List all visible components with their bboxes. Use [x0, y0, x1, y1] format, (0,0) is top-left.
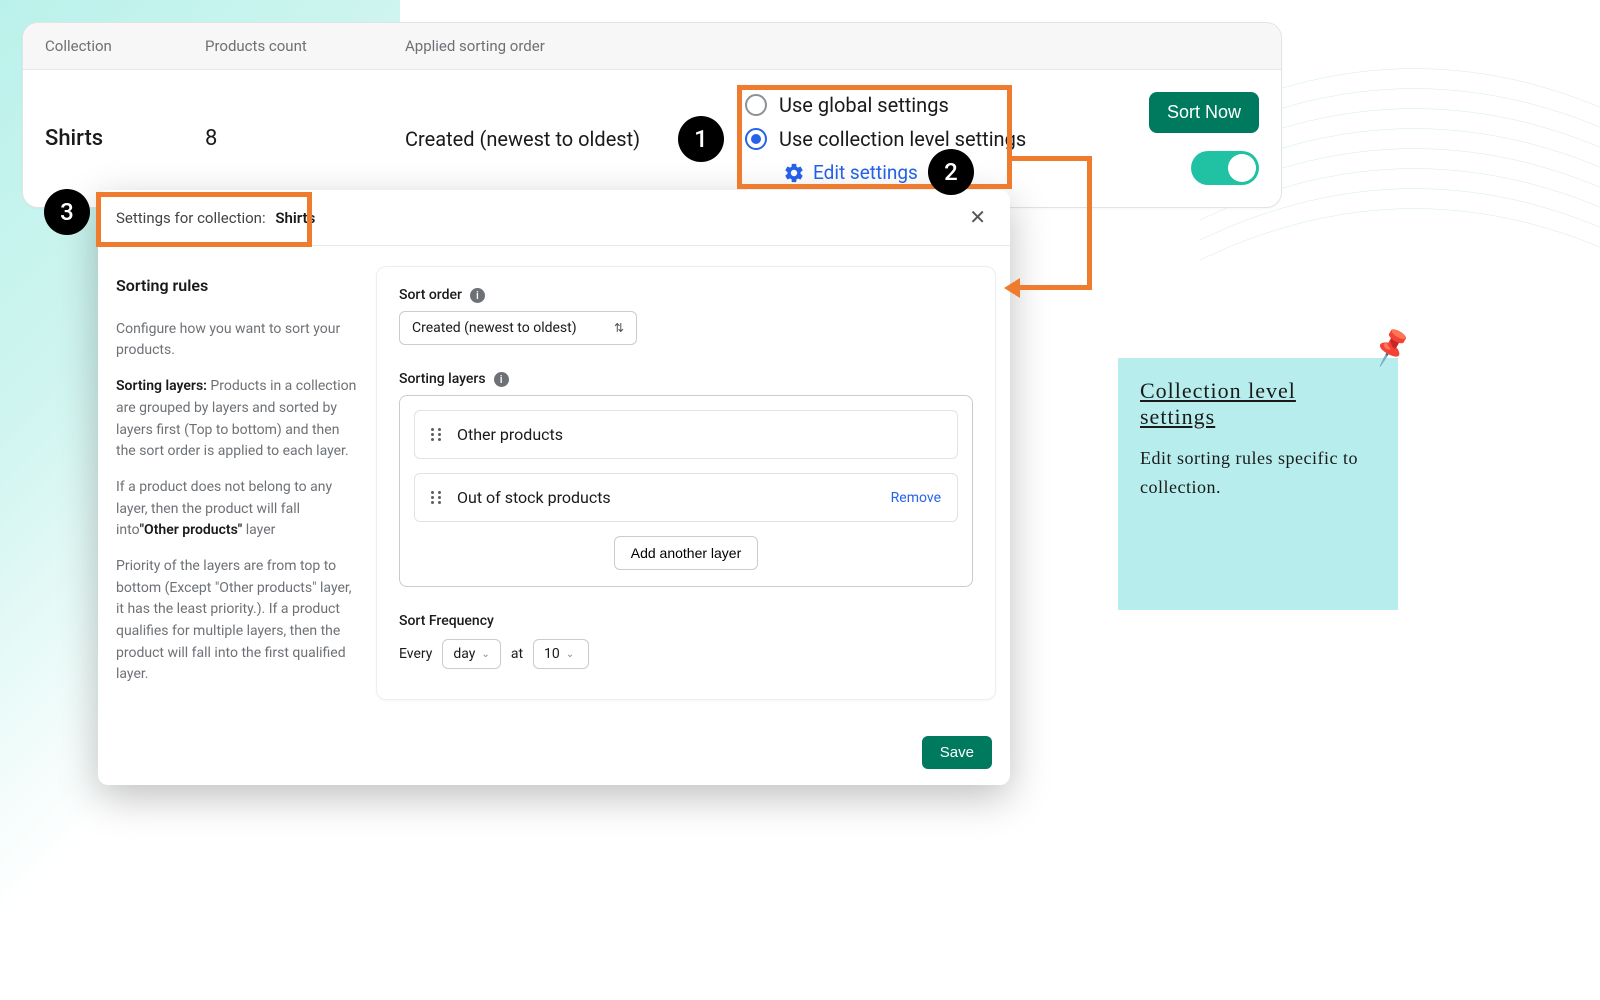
add-another-layer-button[interactable]: Add another layer [614, 536, 759, 570]
annotation-arrow [1018, 285, 1092, 290]
sorting-rules-heading: Sorting rules [116, 274, 358, 299]
sort-frequency-label: Sort Frequency [399, 613, 973, 629]
chevron-down-icon: ⌄ [566, 649, 574, 660]
modal-title-value: Shirts [275, 209, 315, 227]
table-row: Shirts 8 Created (newest to oldest) Use … [23, 70, 1281, 207]
layer-item[interactable]: Other products [414, 410, 958, 459]
layers-container: Other products Out of stock products Rem… [399, 395, 973, 587]
collection-settings-modal: Settings for collection: Shirts ✕ Sortin… [98, 190, 1010, 785]
close-icon[interactable]: ✕ [963, 204, 992, 231]
chevron-updown-icon: ⇅ [614, 321, 624, 335]
help-text: Priority of the layers are from top to b… [116, 556, 358, 686]
help-text: If a product does not belong to any laye… [116, 477, 358, 542]
modal-header: Settings for collection: Shirts ✕ [98, 190, 1010, 246]
sort-order-label: Sort order i [399, 287, 973, 303]
freq-at-label: at [511, 646, 523, 662]
collections-table-card: Collection Products count Applied sortin… [22, 22, 1282, 208]
info-icon[interactable]: i [494, 372, 509, 387]
remove-layer-link[interactable]: Remove [891, 490, 941, 506]
save-button[interactable]: Save [922, 736, 992, 769]
toggle-knob [1228, 154, 1256, 182]
sticky-note: 📌 Collection level settings Edit sorting… [1118, 358, 1398, 610]
help-text: Sorting layers: Products in a collection… [116, 376, 358, 463]
radio-use-global[interactable]: Use global settings [745, 93, 1145, 117]
radio-collection-label: Use collection level settings [779, 127, 1026, 151]
arrow-head-icon [1004, 278, 1020, 298]
step-badge-2: 2 [928, 149, 974, 195]
modal-footer: Save [98, 726, 1010, 785]
edit-settings-label: Edit settings [813, 161, 918, 184]
modal-right-pane: Sort order i Created (newest to oldest) … [376, 266, 996, 700]
step-badge-3: 3 [44, 189, 90, 235]
help-text: Configure how you want to sort your prod… [116, 319, 358, 362]
drag-handle-icon[interactable] [431, 491, 443, 504]
modal-left-pane: Sorting rules Configure how you want to … [98, 266, 376, 700]
chevron-down-icon: ⌄ [481, 649, 489, 660]
sort-frequency-row: Every day ⌄ at 10 ⌄ [399, 639, 973, 669]
sorting-layers-label: Sorting layers i [399, 371, 973, 387]
radio-global-label: Use global settings [779, 93, 949, 117]
annotation-arrow [1012, 156, 1092, 161]
sort-now-button[interactable]: Sort Now [1149, 92, 1259, 133]
sort-order-value: Created (newest to oldest) [412, 320, 577, 336]
layer-item[interactable]: Out of stock products Remove [414, 473, 958, 522]
freq-hour-select[interactable]: 10 ⌄ [533, 639, 589, 669]
layer-name: Out of stock products [457, 488, 611, 507]
radio-icon [745, 128, 767, 150]
sticky-body: Edit sorting rules specific to collectio… [1140, 444, 1376, 502]
sticky-title: Collection level settings [1140, 378, 1376, 430]
col-header-sort: Applied sorting order [405, 37, 745, 55]
gear-icon [783, 162, 805, 184]
freq-every-label: Every [399, 646, 432, 662]
drag-handle-icon[interactable] [431, 428, 443, 441]
freq-unit-select[interactable]: day ⌄ [442, 639, 500, 669]
sort-order-select[interactable]: Created (newest to oldest) ⇅ [399, 311, 637, 345]
cell-product-count: 8 [205, 126, 405, 151]
modal-title-label: Settings for collection: [116, 209, 266, 227]
cell-collection-name: Shirts [45, 126, 205, 151]
table-header-row: Collection Products count Applied sortin… [23, 23, 1281, 70]
radio-icon [745, 94, 767, 116]
enable-toggle[interactable] [1191, 151, 1259, 185]
col-header-count: Products count [205, 37, 405, 55]
info-icon[interactable]: i [470, 288, 485, 303]
layer-name: Other products [457, 425, 563, 444]
annotation-arrow [1087, 156, 1092, 290]
col-header-collection: Collection [45, 37, 205, 55]
radio-use-collection[interactable]: Use collection level settings [745, 127, 1145, 151]
step-badge-1: 1 [678, 116, 724, 162]
